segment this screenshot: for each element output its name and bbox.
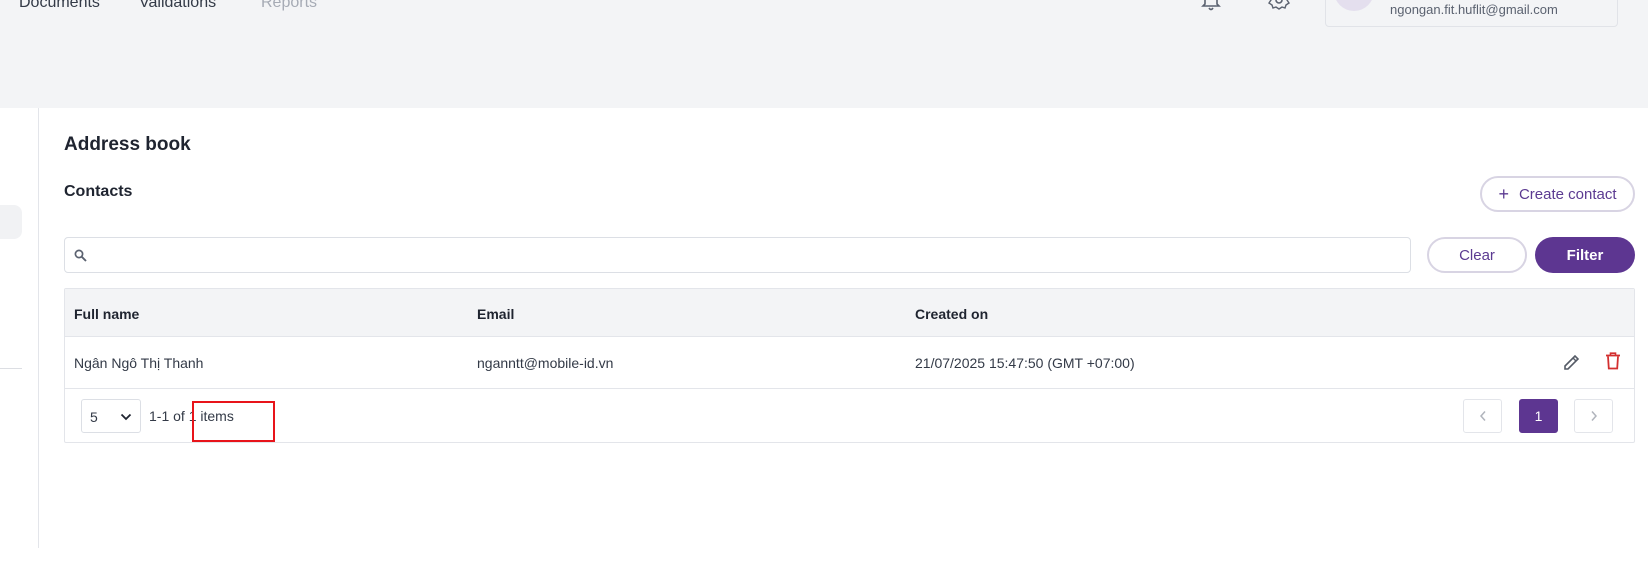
sidebar-separator <box>0 368 22 369</box>
nav-validations[interactable]: Validations <box>139 0 216 12</box>
table-header: Full name Email Created on <box>65 289 1634 337</box>
search-icon <box>74 249 87 262</box>
column-header-created-on[interactable]: Created on <box>915 306 988 322</box>
pagination-range: 1-1 of 1 items <box>149 408 234 424</box>
avatar <box>1334 0 1374 11</box>
cell-full-name: Ngân Ngô Thị Thanh <box>74 355 204 371</box>
search-input[interactable] <box>93 238 1403 272</box>
column-header-full-name[interactable]: Full name <box>74 306 139 322</box>
cell-created-on: 21/07/2025 15:47:50 (GMT +07:00) <box>915 355 1135 371</box>
table-row[interactable]: Ngân Ngô Thị Thanh nganntt@mobile-id.vn … <box>65 337 1634 389</box>
bell-icon[interactable] <box>1200 0 1222 14</box>
user-email: ngongan.fit.huflit@gmail.com <box>1390 2 1558 17</box>
create-contact-label: Create contact <box>1518 185 1617 203</box>
previous-page-button[interactable] <box>1463 399 1502 433</box>
gear-icon[interactable] <box>1268 0 1290 14</box>
sidebar-active-item[interactable] <box>0 205 22 239</box>
nav-documents[interactable]: Documents <box>19 0 100 12</box>
page-button-1[interactable]: 1 <box>1519 399 1558 433</box>
page-size-select[interactable]: 5 <box>81 399 141 433</box>
clear-button[interactable]: Clear <box>1427 237 1527 273</box>
chevron-left-icon <box>1479 411 1486 421</box>
page-title: Address book <box>64 134 191 155</box>
sidebar-divider <box>38 108 39 548</box>
plus-icon: + <box>1498 184 1509 204</box>
page-size-value: 5 <box>90 409 98 425</box>
nav-reports[interactable]: Reports <box>261 0 317 12</box>
next-page-button[interactable] <box>1574 399 1613 433</box>
table-pagination: 5 1-1 of 1 items 1 <box>65 390 1634 443</box>
column-header-email[interactable]: Email <box>477 306 514 322</box>
section-title: Contacts <box>64 183 133 200</box>
delete-icon[interactable] <box>1605 352 1621 370</box>
user-menu[interactable]: ngongan.fit.huflit@gmail.com <box>1325 0 1618 27</box>
contacts-table: Full name Email Created on Ngân Ngô Thị … <box>64 288 1635 443</box>
filter-button[interactable]: Filter <box>1535 237 1635 273</box>
top-header: Documents Validations Reports ngongan.fi… <box>0 0 1648 108</box>
create-contact-button[interactable]: + Create contact <box>1480 176 1635 212</box>
cell-email: nganntt@mobile-id.vn <box>477 355 614 371</box>
chevron-down-icon <box>120 413 132 421</box>
chevron-right-icon <box>1590 411 1597 421</box>
edit-icon[interactable] <box>1563 353 1581 371</box>
search-box[interactable] <box>64 237 1411 273</box>
